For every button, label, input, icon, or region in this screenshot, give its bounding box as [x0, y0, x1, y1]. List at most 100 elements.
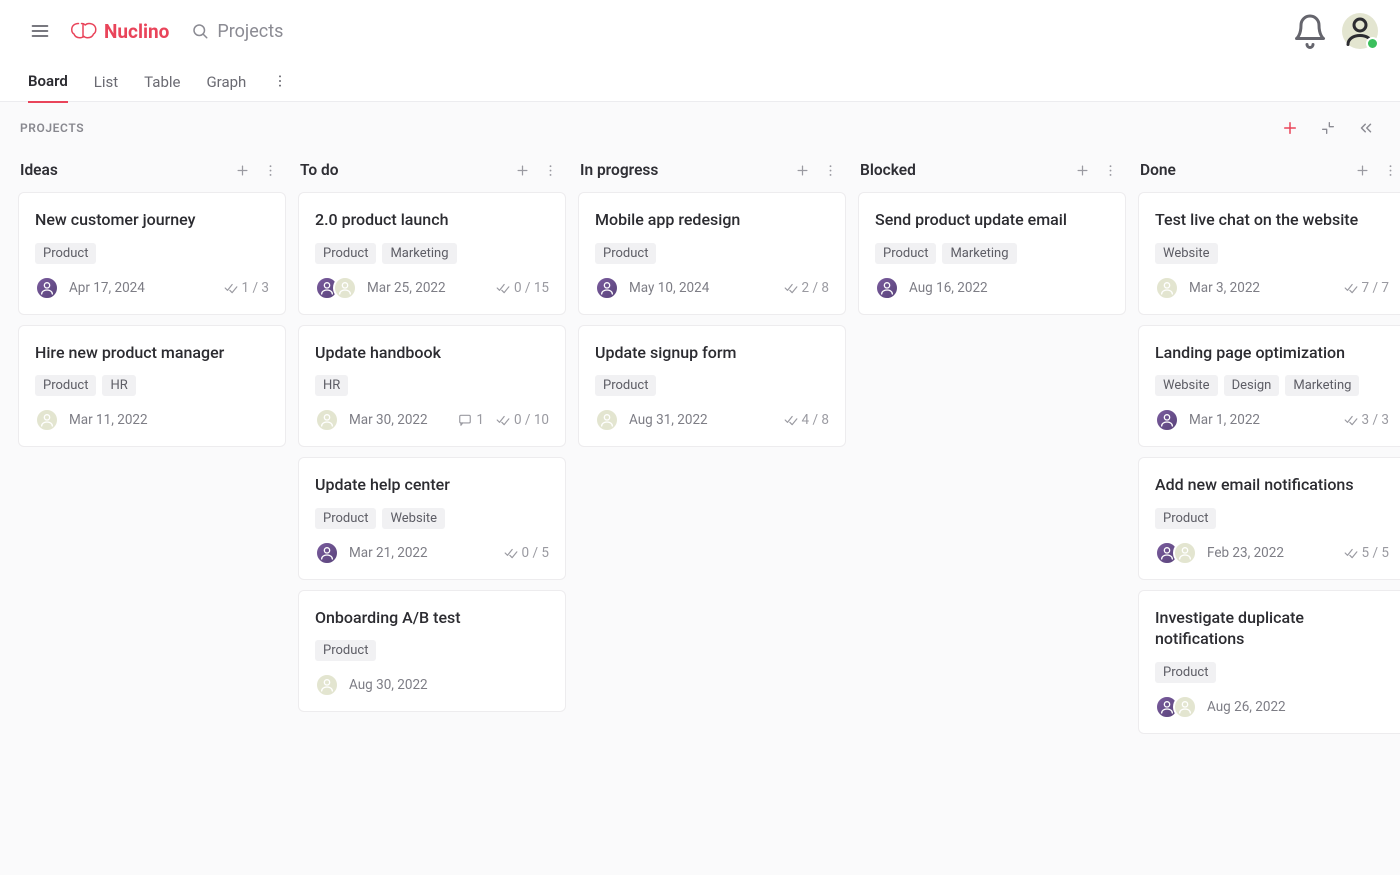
- card-meta: 10 / 10: [458, 412, 549, 428]
- checklist-icon: [496, 281, 510, 295]
- search-input[interactable]: Projects: [191, 21, 283, 42]
- collapse-button[interactable]: [1352, 114, 1380, 142]
- avatar: [315, 408, 339, 432]
- card[interactable]: New customer journeyProductApr 17, 20241…: [18, 192, 286, 315]
- card[interactable]: Onboarding A/B test Product Aug 30, 2022: [298, 590, 566, 713]
- card-tags: Website: [1155, 243, 1389, 264]
- card-footer: Mar 1, 20223 / 3: [1155, 408, 1389, 432]
- column-more-button[interactable]: [258, 158, 282, 182]
- card-footer: Aug 16, 2022: [875, 276, 1109, 300]
- card-date: Mar 25, 2022: [367, 280, 446, 296]
- tag: Product: [595, 375, 656, 396]
- tag: Website: [1155, 243, 1218, 264]
- card-avatars: [1155, 695, 1197, 719]
- card[interactable]: Mobile app redesignProductMay 10, 20242 …: [578, 192, 846, 315]
- checklist-icon: [224, 281, 238, 295]
- checklist-progress: 0 / 15: [496, 280, 549, 296]
- board-columns: IdeasNew customer journeyProductApr 17, …: [18, 146, 1382, 754]
- checklist-icon: [504, 546, 518, 560]
- card-tags: Product: [315, 640, 549, 661]
- column-title: To do: [300, 161, 510, 179]
- card[interactable]: Investigate duplicate notificationsProdu…: [1138, 590, 1400, 734]
- card-title: 2.0 product launch: [315, 209, 549, 231]
- compact-button[interactable]: [1314, 114, 1342, 142]
- column-more-button[interactable]: [818, 158, 842, 182]
- column: DoneTest live chat on the websiteWebsite…: [1138, 146, 1400, 734]
- checklist-progress: 3 / 3: [1344, 412, 1389, 428]
- card[interactable]: Update help centerProductWebsiteMar 21, …: [298, 457, 566, 580]
- avatar: [35, 276, 59, 300]
- user-avatar[interactable]: [1342, 13, 1378, 49]
- column-cards: Test live chat on the websiteWebsiteMar …: [1138, 192, 1400, 734]
- tag: Product: [35, 243, 96, 264]
- notifications-button[interactable]: [1292, 13, 1328, 49]
- brain-icon: [68, 20, 98, 42]
- tab-more-button[interactable]: [272, 73, 288, 93]
- card-footer: Feb 23, 20225 / 5: [1155, 541, 1389, 565]
- column-more-button[interactable]: [1098, 158, 1122, 182]
- card[interactable]: Add new email notifications Product Feb 23…: [1138, 457, 1400, 580]
- avatar: [875, 276, 899, 300]
- board-title: PROJECTS: [20, 121, 84, 135]
- menu-button[interactable]: [22, 13, 58, 49]
- card-footer: Aug 31, 20224 / 8: [595, 408, 829, 432]
- column-cards: Send product update emailProductMarketin…: [858, 192, 1126, 315]
- column-add-button[interactable]: [1350, 158, 1374, 182]
- card-title: Add new email notifications: [1155, 474, 1389, 496]
- column-add-button[interactable]: [230, 158, 254, 182]
- card-tags: ProductHR: [35, 375, 269, 396]
- card-tags: Product: [35, 243, 269, 264]
- card[interactable]: Update signup formProductAug 31, 20224 /…: [578, 325, 846, 448]
- column-add-button[interactable]: [510, 158, 534, 182]
- column-add-button[interactable]: [1070, 158, 1094, 182]
- avatar: [1155, 408, 1179, 432]
- card[interactable]: Send product update emailProductMarketin…: [858, 192, 1126, 315]
- checklist-icon: [1344, 413, 1358, 427]
- card-title: New customer journey: [35, 209, 269, 231]
- column-more-button[interactable]: [1378, 158, 1400, 182]
- tag: Design: [1224, 375, 1280, 396]
- avatar: [595, 408, 619, 432]
- tag: Product: [315, 243, 376, 264]
- card-avatars: [1155, 408, 1179, 432]
- search-placeholder: Projects: [217, 21, 283, 42]
- card[interactable]: Hire new product managerProductHRMar 11,…: [18, 325, 286, 448]
- checklist-progress: 0 / 5: [504, 545, 549, 561]
- tag: Marketing: [1285, 375, 1359, 396]
- column-actions: [230, 158, 282, 182]
- card-date: Aug 30, 2022: [349, 677, 428, 693]
- tag: Product: [1155, 508, 1216, 529]
- logo[interactable]: Nuclino: [68, 20, 169, 43]
- board-actions: [1276, 114, 1380, 142]
- person-icon: [337, 280, 353, 296]
- tab-list[interactable]: List: [94, 73, 118, 102]
- card-title: Update help center: [315, 474, 549, 496]
- column-add-button[interactable]: [790, 158, 814, 182]
- card[interactable]: Update handbookHRMar 30, 202210 / 10: [298, 325, 566, 448]
- card-date: Aug 16, 2022: [909, 280, 988, 296]
- avatar: [1173, 541, 1197, 565]
- card-title: Send product update email: [875, 209, 1109, 231]
- tab-board[interactable]: Board: [28, 72, 68, 103]
- dots-vertical-icon: [543, 163, 558, 178]
- plus-icon: [1355, 163, 1370, 178]
- card-avatars: [875, 276, 899, 300]
- column-more-button[interactable]: [538, 158, 562, 182]
- card-tags: Product: [595, 243, 829, 264]
- card[interactable]: 2.0 product launchProductMarketingMar 25…: [298, 192, 566, 315]
- card[interactable]: Test live chat on the websiteWebsiteMar …: [1138, 192, 1400, 315]
- add-button[interactable]: [1276, 114, 1304, 142]
- tab-graph[interactable]: Graph: [206, 73, 246, 102]
- minimize-icon: [1320, 120, 1336, 136]
- checklist-progress: 1 / 3: [224, 280, 269, 296]
- card-avatars: [595, 276, 619, 300]
- plus-icon: [235, 163, 250, 178]
- card[interactable]: Landing page optimizationWebsiteDesignMa…: [1138, 325, 1400, 448]
- person-icon: [39, 280, 55, 296]
- tab-table[interactable]: Table: [144, 73, 180, 102]
- column-header: Blocked: [858, 146, 1126, 192]
- checklist-progress: 0 / 10: [496, 412, 549, 428]
- hamburger-icon: [30, 21, 50, 41]
- card-title: Onboarding A/B test: [315, 607, 549, 629]
- checklist-progress: 4 / 8: [784, 412, 829, 428]
